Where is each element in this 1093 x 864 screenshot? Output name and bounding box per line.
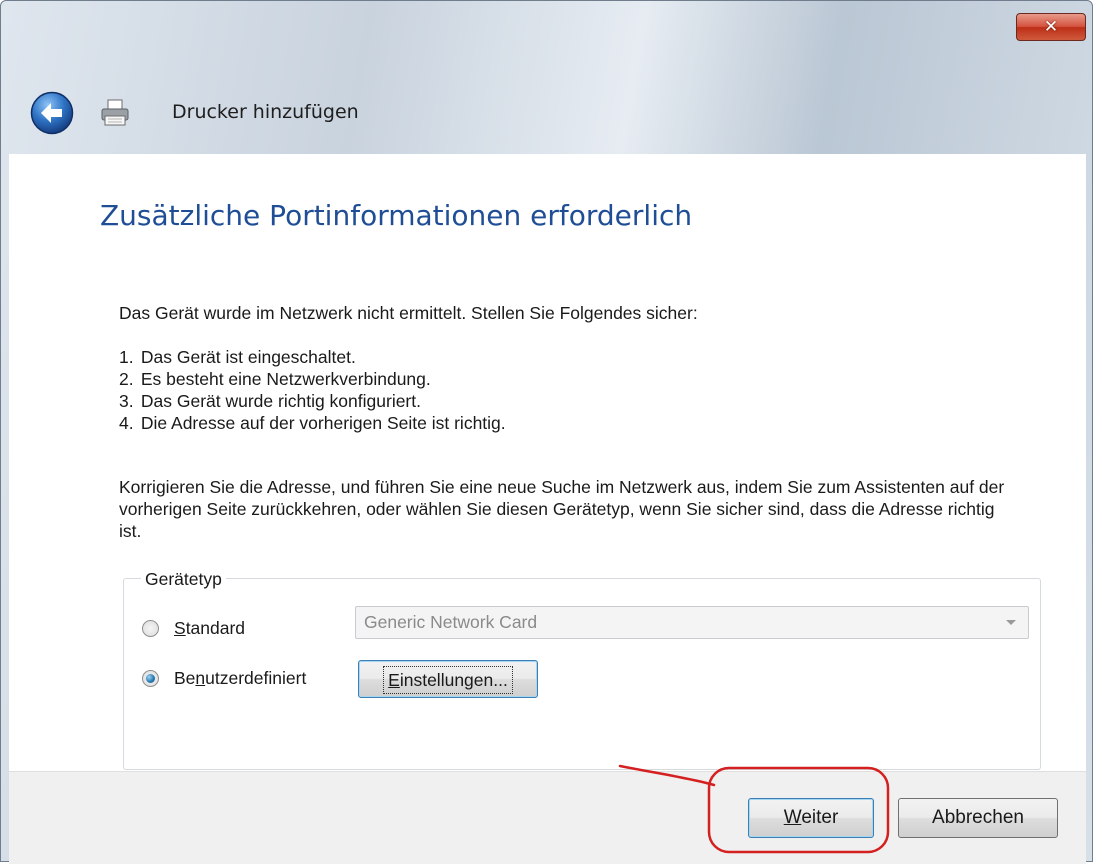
list-item: 3. Das Gerät wurde richtig konfiguriert. bbox=[119, 391, 421, 411]
cancel-button[interactable]: Abbrechen bbox=[898, 798, 1058, 838]
add-printer-window: ✕ Drucker hinzufügen Zusätzliche Portinf… bbox=[0, 0, 1093, 864]
next-button[interactable]: Weiter bbox=[748, 798, 874, 838]
intro-text: Das Gerät wurde im Netzwerk nicht ermitt… bbox=[119, 303, 698, 323]
list-item: 1. Das Gerät ist eingeschaltet. bbox=[119, 347, 356, 367]
close-button[interactable]: ✕ bbox=[1016, 13, 1086, 41]
standard-radio[interactable] bbox=[142, 620, 159, 637]
custom-radio-label[interactable]: Benutzerdefiniert bbox=[174, 667, 306, 689]
custom-radio[interactable] bbox=[142, 670, 159, 687]
standard-radio-label[interactable]: Standard bbox=[174, 617, 245, 639]
window-title: Drucker hinzufügen bbox=[172, 101, 359, 123]
settings-button[interactable]: Einstellungen... bbox=[358, 660, 538, 698]
protocol-dropdown[interactable]: Generic Network Card bbox=[355, 606, 1029, 639]
group-legend: Gerätetyp bbox=[141, 568, 226, 590]
chevron-down-icon bbox=[1006, 620, 1016, 625]
wizard-content: Zusätzliche Portinformationen erforderli… bbox=[9, 154, 1086, 771]
instruction-paragraph: Korrigieren Sie die Adresse, und führen … bbox=[119, 477, 1005, 541]
close-icon: ✕ bbox=[1043, 17, 1059, 37]
list-item: 2. Es besteht eine Netzwerkverbindung. bbox=[119, 369, 431, 389]
dropdown-value: Generic Network Card bbox=[364, 612, 538, 632]
checklist: 1. Das Gerät ist eingeschaltet. 2. Es be… bbox=[119, 346, 506, 434]
page-heading: Zusätzliche Portinformationen erforderli… bbox=[100, 199, 693, 232]
printer-icon bbox=[101, 99, 129, 126]
back-button[interactable] bbox=[30, 91, 74, 135]
list-item: 4. Die Adresse auf der vorherigen Seite … bbox=[119, 413, 506, 433]
